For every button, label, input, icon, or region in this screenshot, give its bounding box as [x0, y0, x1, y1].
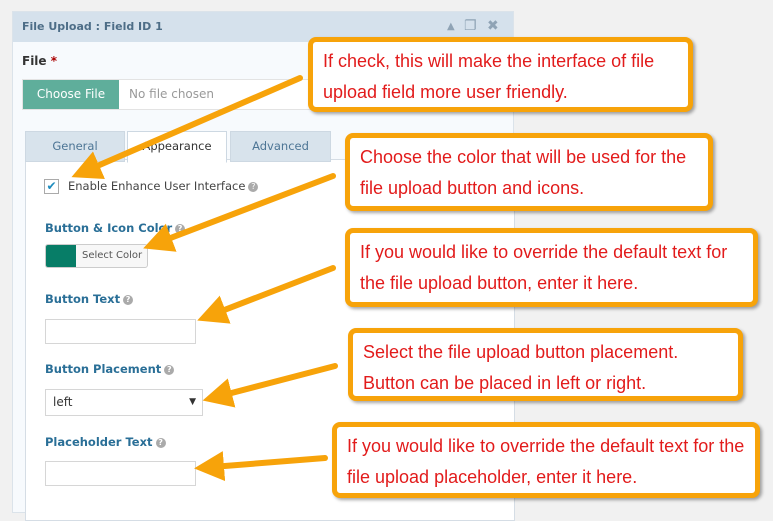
- arrow-1: [71, 75, 303, 179]
- callout-color: Choose the color that will be used for t…: [345, 133, 713, 211]
- callout-placeholder: If you would like to override the defaul…: [332, 422, 760, 498]
- callout-enhance-ui: If check, this will make the interface o…: [308, 37, 693, 112]
- arrow-2: [143, 173, 336, 252]
- arrow-4: [202, 363, 338, 408]
- callout-placement: Select the file upload button placement.…: [348, 328, 743, 401]
- callout-button-text: If you would like to override the defaul…: [345, 228, 758, 307]
- arrow-3: [197, 265, 336, 324]
- arrow-5: [194, 451, 328, 481]
